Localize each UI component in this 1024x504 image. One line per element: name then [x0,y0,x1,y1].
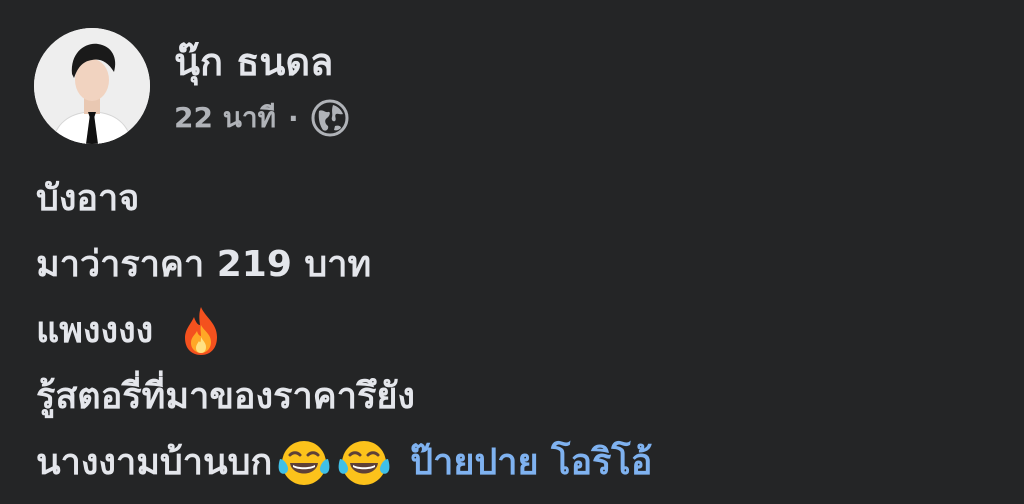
post-body: บังอาจ มาว่าราคา 219 บาท แพงงงง รู้สตอรี… [36,176,996,504]
post-line-3: แพงงงง [36,307,996,355]
avatar[interactable] [34,28,150,144]
post-text: มาว่าราคา 219 บาท [36,244,372,285]
post-line-4: รู้สตอรี่ที่มาของราคารึยัง [36,374,996,420]
post-text: บังอาจ [36,178,140,219]
post-text: รู้สตอรี่ที่มาของราคารึยัง [36,376,415,417]
post-line-2: มาว่าราคา 219 บาท [36,242,996,288]
author-name[interactable]: นุ๊ก ธนดล [174,38,333,86]
mentioned-user-link[interactable]: ป๊ายปาย โอริโอ้ [410,440,652,486]
post-meta: 22 นาที · [174,98,349,138]
tears-of-joy-emoji-icon [336,435,392,491]
post-text: นางงามบ้านบก [36,442,273,483]
globe-icon[interactable] [311,99,349,137]
post-timestamp[interactable]: 22 นาที [174,96,276,140]
post-line-5: นางงามบ้านบก ป๊ายปาย โอริโอ้ [36,440,996,486]
post-line-1: บังอาจ [36,176,996,222]
fire-emoji-icon [173,303,229,359]
post-text: แพงงงง [36,310,154,351]
facebook-post: นุ๊ก ธนดล 22 นาที · บังอาจ มาว่าราคา 219… [0,0,1024,504]
tears-of-joy-emoji-icon [276,435,332,491]
meta-separator: · [288,101,299,135]
